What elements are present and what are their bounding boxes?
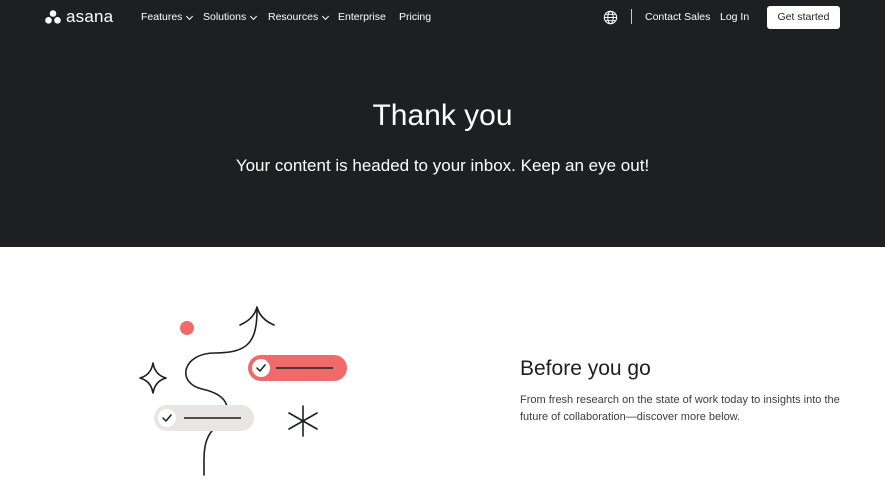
before-you-go-body: From fresh research on the state of work… (520, 394, 840, 423)
hero-subtitle: Your content is headed to your inbox. Ke… (235, 156, 650, 175)
nav-log-in[interactable]: Log In (720, 11, 749, 24)
sparkle-icon (139, 362, 167, 394)
pill-check-circle (252, 359, 270, 377)
nav-solutions[interactable]: Solutions (203, 11, 258, 24)
nav-resources[interactable]: Resources (268, 11, 330, 24)
nav-features-label: Features (141, 11, 183, 23)
chevron-down-icon (250, 12, 258, 21)
illustration (139, 306, 347, 476)
coral-dot (180, 321, 194, 335)
hero-section: asana Features Solutions Resources Enter… (0, 0, 885, 247)
nav-solutions-label: Solutions (203, 11, 247, 23)
asterisk-icon (288, 405, 318, 437)
before-you-go-heading: Before you go (520, 357, 651, 380)
nav-enterprise-label: Enterprise (338, 11, 386, 23)
chevron-down-icon (186, 12, 194, 21)
asana-logo-icon (45, 10, 61, 24)
nav-divider (631, 9, 632, 24)
nav-contact-sales[interactable]: Contact Sales (645, 11, 710, 24)
pill-check-circle (158, 409, 176, 427)
asana-logo[interactable]: asana (45, 8, 113, 26)
nav-contact-sales-label: Contact Sales (645, 11, 711, 23)
top-nav: asana Features Solutions Resources Enter… (0, 0, 885, 36)
chevron-down-icon (322, 12, 330, 21)
nav-pricing[interactable]: Pricing (399, 11, 431, 24)
nav-enterprise[interactable]: Enterprise (338, 11, 386, 24)
logo-text: asana (66, 7, 114, 26)
nav-pricing-label: Pricing (399, 11, 432, 23)
page-title: Thank you (372, 99, 513, 132)
winding-line (185, 309, 258, 476)
nav-log-in-label: Log In (720, 11, 750, 23)
nav-features[interactable]: Features (141, 11, 194, 24)
globe-icon[interactable] (603, 10, 618, 25)
get-started-button[interactable]: Get started (767, 6, 840, 29)
nav-resources-label: Resources (268, 11, 319, 23)
